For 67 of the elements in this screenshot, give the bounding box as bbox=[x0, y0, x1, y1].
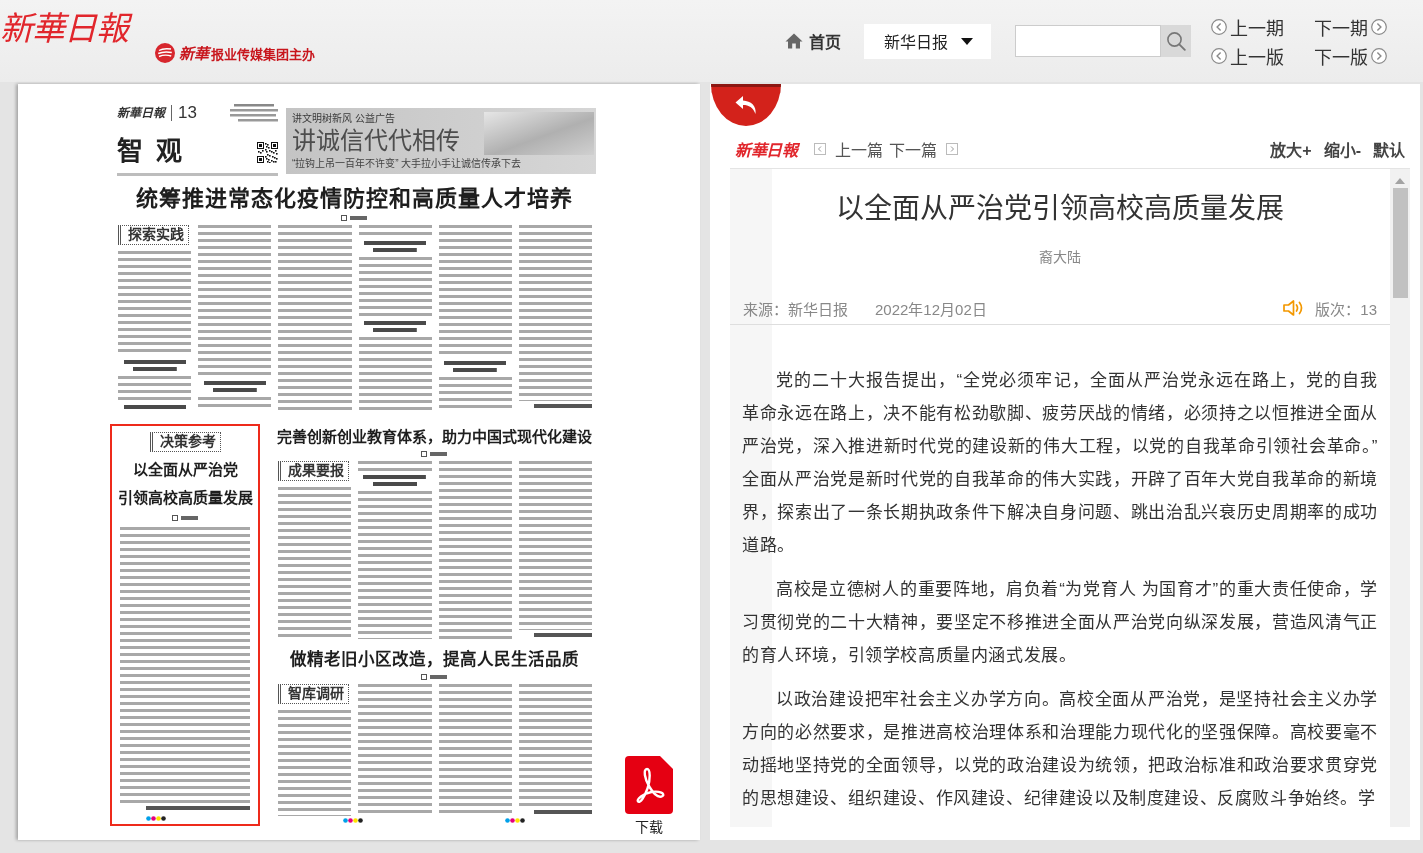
column-tag: 智库调研 bbox=[278, 684, 349, 704]
home-icon bbox=[785, 33, 803, 49]
byline-drawing bbox=[172, 515, 198, 521]
issue-nav-link[interactable]: 下一版 bbox=[1314, 41, 1387, 70]
boxed-right-chevron-icon bbox=[946, 143, 958, 155]
ad-caption: “拉钩上吊一百年不许变” 大手拉小手让诚信传承下去 bbox=[292, 157, 523, 170]
home-link[interactable]: 首页 bbox=[785, 29, 841, 53]
article-hotspot[interactable]: 完善创新创业教育体系，助力中国式现代化建设 成果要报 bbox=[270, 424, 598, 647]
circled-left-chevron-icon bbox=[1211, 47, 1227, 64]
speaker-icon[interactable] bbox=[1282, 298, 1305, 318]
column-tag: 决策参考 bbox=[149, 432, 221, 452]
boxed-left-chevron-icon bbox=[814, 143, 826, 155]
article-paragraph: 以政治建设把牢社会主义办学方向。高校全面从严治党，是坚持社会主义办学方向的必然要求，是推进高校治理体系和治理能力现代化的坚强保障。高校要毫不动摇地坚持党的全面领导，以党的政治建设为统领，把政治标准和政治要求贯穿党的思想建设、组织建设、作风建设、纪律建设以及制度建设、反腐败斗争始终。学 bbox=[742, 689, 1378, 810]
scrollbar-thumb[interactable] bbox=[1392, 188, 1408, 298]
qr-code-icon bbox=[257, 141, 278, 163]
text-size-button[interactable]: 放大+ bbox=[1270, 137, 1312, 161]
scroll-up-icon[interactable] bbox=[1395, 178, 1405, 184]
issue-nav-link[interactable]: 上一版 bbox=[1211, 41, 1284, 70]
circled-right-chevron-icon bbox=[1371, 18, 1387, 35]
issue-nav-link[interactable]: 下一期 bbox=[1314, 12, 1387, 41]
text-size-button[interactable]: 缩小- bbox=[1323, 137, 1361, 161]
article-paragraph: 高校是立德树人的重要阵地，肩负着“为党育人 为国育才”的重大责任使命，学习贯彻党的二十大精神，要坚定不移推进全面从严治党向纵深发展，营造风清气正的育人环境，引领学校高质量内涵式发展。 bbox=[742, 579, 1378, 667]
article-title: 以全面从严治党引领高校高质量发展 bbox=[835, 192, 1285, 226]
scrollbar-track[interactable] bbox=[1390, 169, 1410, 827]
dateline-drawing bbox=[230, 104, 278, 122]
article-nav-link[interactable]: 下一篇 bbox=[889, 137, 958, 161]
circled-left-chevron-icon bbox=[1211, 18, 1227, 35]
search-icon bbox=[1166, 31, 1186, 51]
pdf-icon bbox=[625, 756, 673, 814]
print-marks-icon bbox=[343, 817, 363, 823]
article-paragraph: 党的二十大报告提出，“全党必须牢记，全面从严治党永远在路上，党的自我革命永远在路上，决不能有松劲歇脚、疲劳厌战的情绪，必须持之以恒推进全面从严治党，深入推进新时代党的建设新的伟大工程，以党的自我革命引领社会革命。”全面从严治党是新时代党的自我革命的伟大实践，开辟了百年大党自我革命的新境界，探索出了一条长期执政条件下解决自身问题、跳出治乱兴衰历史周期率的成功道路。 bbox=[742, 370, 1378, 557]
article-nav-link[interactable]: 上一篇 bbox=[814, 137, 883, 161]
article-headline: 引领高校高质量发展 bbox=[117, 488, 253, 508]
article-hotspot[interactable]: 统筹推进常态化疫情防控和高质量人才培养 探索实践 bbox=[110, 184, 598, 412]
paper-masthead: 新華日報 bbox=[117, 105, 172, 121]
article-hotspot[interactable]: 决策参考 以全面从严治党 引领高校高质量发展 bbox=[110, 424, 260, 826]
paper-select[interactable]: 新华日报 bbox=[864, 23, 991, 59]
byline-drawing bbox=[421, 674, 447, 680]
column-tag: 成果要报 bbox=[278, 461, 349, 481]
article-hotspot[interactable]: 做精老旧小区改造，提高人民生活品质 智库调研 bbox=[270, 647, 598, 826]
article-source: 来源：新华日报 bbox=[743, 299, 848, 319]
search-button[interactable] bbox=[1161, 25, 1191, 57]
print-marks-icon bbox=[505, 817, 525, 823]
page-label: 版次：13 bbox=[1315, 299, 1377, 319]
article-headline: 做精老旧小区改造，提高人民生活品质 bbox=[289, 649, 579, 671]
article-logo: 新華日報 bbox=[735, 141, 797, 161]
page-number: 13 bbox=[178, 104, 197, 122]
publisher-name: 新華报业传媒集团主办 bbox=[179, 45, 315, 63]
issue-nav-link[interactable]: 上一期 bbox=[1211, 12, 1284, 41]
emblem-icon bbox=[155, 42, 175, 63]
caret-icon bbox=[961, 37, 973, 45]
article-headline: 统筹推进常态化疫情防控和高质量人才培养 bbox=[135, 186, 573, 212]
print-marks-icon bbox=[146, 816, 166, 821]
article-headline: 完善创新创业教育体系，助力中国式现代化建设 bbox=[276, 427, 592, 447]
article-date: 2022年12月02日 bbox=[875, 299, 987, 319]
ad-title: 讲诚信代代相传 bbox=[292, 126, 461, 156]
article-headline: 以全面从严治党 bbox=[132, 460, 238, 480]
search-field[interactable] bbox=[1015, 25, 1161, 57]
circled-right-chevron-icon bbox=[1371, 47, 1387, 64]
ad-tag: 讲文明树新风 公益广告 bbox=[292, 112, 484, 125]
download-button[interactable]: 下载 bbox=[625, 756, 673, 835]
byline-drawing bbox=[421, 451, 447, 457]
byline-drawing bbox=[341, 215, 367, 221]
article-author: 裔大陆 bbox=[1038, 248, 1082, 267]
column-tag: 探索实践 bbox=[118, 225, 189, 245]
text-size-button[interactable]: 默认 bbox=[1373, 137, 1405, 161]
section-title: 智 观 bbox=[117, 137, 185, 167]
